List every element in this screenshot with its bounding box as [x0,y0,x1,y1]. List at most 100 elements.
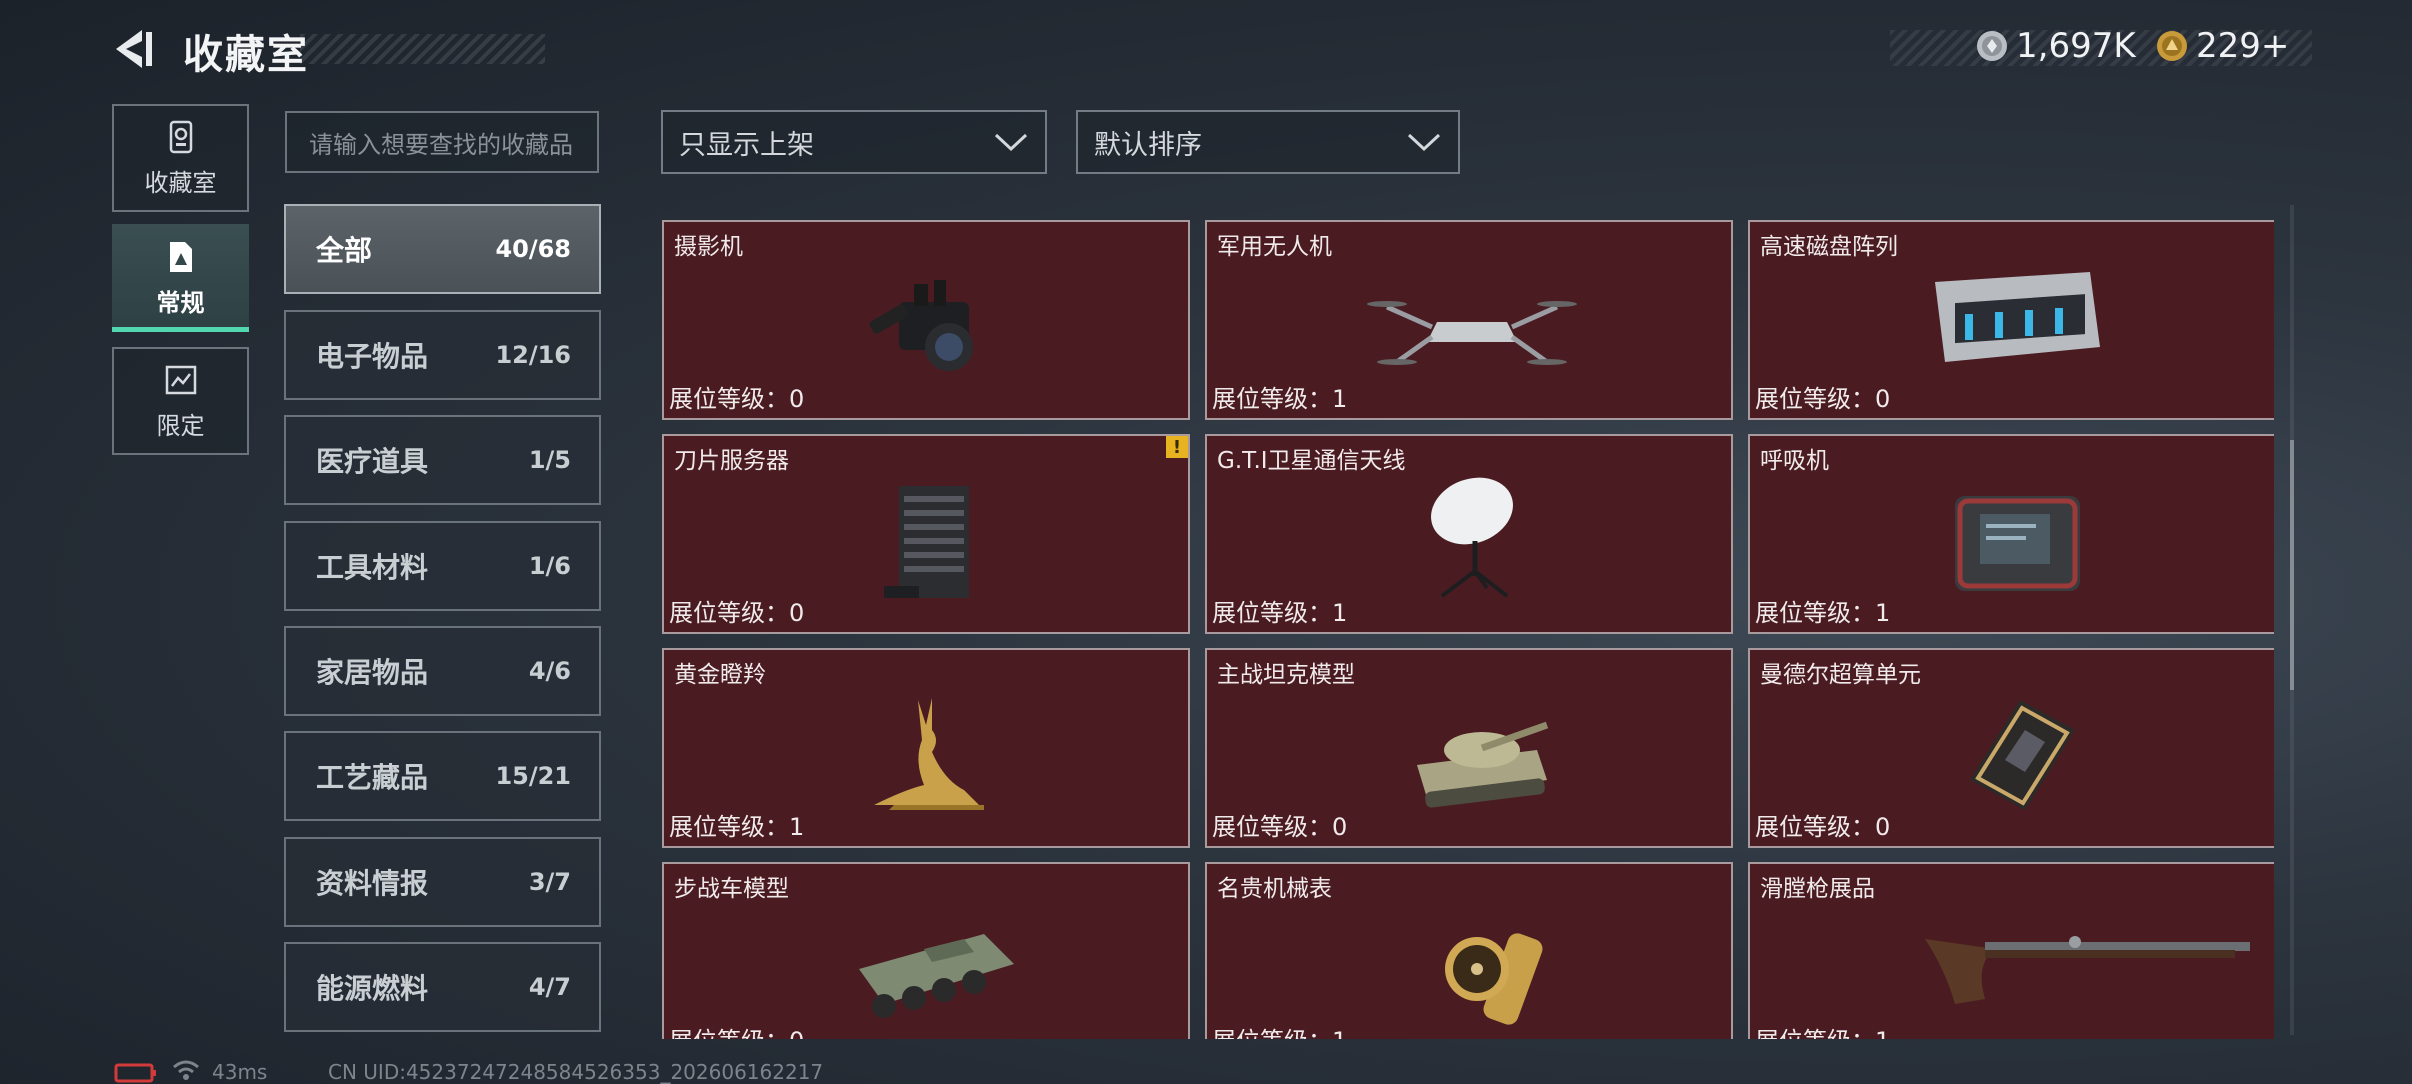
category-count: 1/5 [528,446,571,474]
gold-value: 229+ [2196,26,2290,66]
back-arrow-icon[interactable] [112,26,156,72]
camera-icon [869,280,973,371]
category-count: 1/6 [528,552,571,580]
item-name: 刀片服务器 [674,448,789,474]
disk-array-icon [1935,272,2100,362]
collection-item[interactable]: 刀片服务器 ! 展位等级：0 [662,434,1190,634]
shelf-filter-dropdown[interactable]: 只显示上架 [661,110,1047,174]
page-title: 收藏室 [183,32,309,78]
collection-item[interactable]: 黄金瞪羚 展位等级：1 [662,648,1190,848]
category-electronics[interactable]: 电子物品 12/16 [284,310,601,400]
item-name: 黄金瞪羚 [674,662,766,688]
item-name: 呼吸机 [1760,448,1829,474]
category-count: 40/68 [495,235,571,263]
item-name: 军用无人机 [1217,234,1332,260]
category-crafts[interactable]: 工艺藏品 15/21 [284,731,601,821]
active-indicator [112,327,249,332]
item-name: 摄影机 [674,234,743,260]
item-name: 高速磁盘阵列 [1760,234,1898,260]
golden-gazelle-icon [874,698,984,810]
item-name: 主战坦克模型 [1217,662,1355,688]
category-name: 工具材料 [316,551,429,584]
category-medical[interactable]: 医疗道具 1/5 [284,415,601,505]
category-name: 医疗道具 [316,445,429,478]
category-count: 4/6 [528,657,571,685]
gold-currency[interactable]: 229+ [2156,26,2289,66]
item-level: 展位等级：0 [669,385,805,413]
satellite-dish-icon [1431,477,1513,598]
item-level: 展位等级：1 [1212,599,1348,627]
collection-item[interactable]: 军用无人机 展位等级：1 [1205,220,1733,420]
collection-grid[interactable]: 摄影机 展位等级：0 军用无人机 展位等级：1 高速磁盘阵列 展位等级：0 刀片… [660,200,2274,1039]
title-decoration [300,34,545,64]
nav-label: 收藏室 [144,168,217,197]
collection-item[interactable]: 呼吸机 展位等级：1 [1748,434,2274,634]
regular-collection-icon [169,241,192,272]
item-name: 名贵机械表 [1217,876,1332,902]
drone-icon [1367,301,1577,365]
category-name: 工艺藏品 [316,761,429,794]
category-intel[interactable]: 资料情报 3/7 [284,837,601,927]
category-count: 15/21 [495,762,571,790]
search-placeholder: 请输入想要查找的收藏品 [309,130,573,159]
collection-room-icon [169,120,192,153]
tank-icon [1417,721,1549,808]
category-name: 能源燃料 [316,972,429,1005]
sort-dropdown[interactable]: 默认排序 [1076,110,1460,174]
scrollbar-thumb[interactable] [2290,440,2294,690]
ventilator-icon [1955,496,2080,591]
item-name: 曼德尔超算单元 [1760,662,1921,688]
silver-coin-icon [1977,31,2007,61]
musket-icon [1925,936,2250,1004]
warning-badge: ! [1166,436,1188,458]
collection-item[interactable]: 滑膛枪展品 展位等级：1 [1748,862,2274,1039]
limited-collection-icon [165,365,196,394]
item-level: 展位等级：1 [1755,1021,1890,1039]
category-energy[interactable]: 能源燃料 4/7 [284,942,601,1032]
category-name: 资料情报 [316,867,429,900]
silver-currency[interactable]: 1,697K [1976,26,2136,66]
collection-item[interactable]: 主战坦克模型 展位等级：0 [1205,648,1733,848]
collection-item[interactable]: G.T.I卫星通信天线 展位等级：1 [1205,434,1733,634]
supercomputer-chip-icon [1970,700,2075,810]
item-level: 展位等级：0 [669,1021,804,1039]
chevron-down-icon [1407,133,1441,152]
uid-text: CN UID:45237247248584526353_202606162217 [328,1060,824,1084]
nav-limited[interactable]: 限定 [112,347,249,455]
search-input[interactable]: 请输入想要查找的收藏品 [285,111,599,173]
ifv-icon [859,934,1014,1018]
nav-regular[interactable]: 常规 [112,224,249,332]
item-level: 展位等级：1 [1755,599,1891,627]
category-name: 电子物品 [316,340,429,373]
item-level: 展位等级：0 [1212,813,1348,841]
nav-collection-room[interactable]: 收藏室 [112,104,249,212]
category-tools[interactable]: 工具材料 1/6 [284,521,601,611]
collection-item[interactable]: 曼德尔超算单元 展位等级：0 [1748,648,2274,848]
item-name: 步战车模型 [674,876,789,902]
item-level: 展位等级：1 [1212,1021,1347,1039]
category-name: 全部 [316,234,373,267]
collection-item[interactable]: 高速磁盘阵列 展位等级：0 [1748,220,2274,420]
item-level: 展位等级：0 [1755,813,1891,841]
chevron-down-icon [994,133,1028,152]
battery-icon [114,1063,156,1083]
category-count: 4/7 [528,973,571,1001]
silver-value: 1,697K [2016,26,2136,66]
category-household[interactable]: 家居物品 4/6 [284,626,601,716]
collection-item[interactable]: 名贵机械表 展位等级：1 [1205,862,1733,1039]
item-level: 展位等级：1 [1212,385,1348,413]
nav-label: 常规 [156,288,205,317]
collection-item[interactable]: 步战车模型 展位等级：0 [662,862,1190,1039]
category-count: 12/16 [495,341,571,369]
nav-label: 限定 [156,411,205,440]
collection-item[interactable]: 摄影机 展位等级：0 [662,220,1190,420]
watch-icon [1445,933,1543,1025]
gold-coin-icon [2157,31,2187,61]
category-count: 3/7 [528,868,571,896]
category-all[interactable]: 全部 40/68 [284,204,601,294]
server-icon [884,486,969,598]
item-level: 展位等级：0 [669,599,805,627]
ping-value: 43ms [212,1060,268,1084]
shelf-filter-value: 只显示上架 [679,129,814,161]
wifi-icon [173,1060,199,1080]
